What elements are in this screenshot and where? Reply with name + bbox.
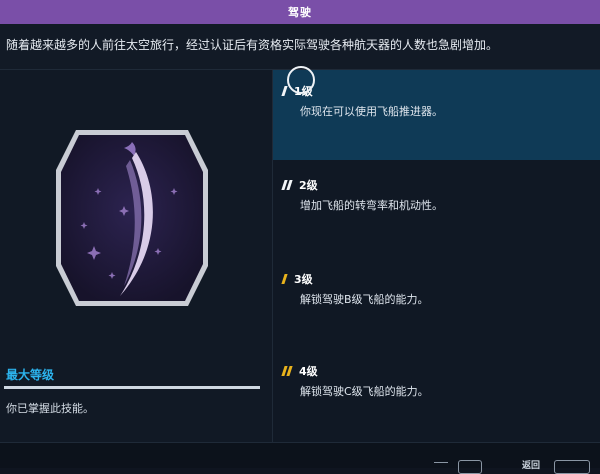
skill-level-3-row[interactable]: 3级 解锁驾驶B级飞船的能力。 (273, 258, 600, 348)
max-level-heading: 最大等级 (6, 368, 55, 382)
level-rank-icon (281, 86, 288, 96)
level-description: 解锁驾驶C级飞船的能力。 (300, 385, 429, 398)
footer-bar (0, 442, 600, 468)
level-description: 解锁驾驶B级飞船的能力。 (300, 293, 429, 306)
level-rank-icon (281, 366, 293, 376)
footer-divider (434, 462, 448, 463)
skill-level-1-row[interactable]: 1级 你现在可以使用飞船推进器。 (273, 70, 600, 160)
window-title: 驾驶 (288, 6, 312, 19)
back-key-button[interactable] (554, 460, 590, 474)
skill-level-4-row[interactable]: 4级 解锁驾驶C级飞船的能力。 (273, 350, 600, 440)
skill-description: 随着越来越多的人前往太空旅行，经过认证后有资格实际驾驶各种航天器的人数也急剧增加… (0, 24, 600, 70)
max-level-progress-bar (4, 386, 260, 389)
skill-overview-panel: 最大等级 你已掌握此技能。 (0, 70, 272, 442)
max-level-description: 你已掌握此技能。 (6, 402, 94, 415)
level-rank-icon (281, 180, 293, 190)
window-title-bar: 驾驶 (0, 0, 600, 24)
level-description: 增加飞船的转弯率和机动性。 (300, 199, 443, 212)
level-rank-icon (281, 274, 288, 284)
footer-key-button[interactable] (458, 460, 482, 474)
skill-level-2-row[interactable]: 2级 增加飞船的转弯率和机动性。 (273, 164, 600, 254)
skill-levels-list: 1级 你现在可以使用飞船推进器。 2级 增加飞船的转弯率和机动性。 3级 解锁驾… (272, 70, 600, 442)
piloting-skill-badge-icon (54, 126, 210, 310)
level-title: 4级 (299, 365, 318, 378)
level-title: 3级 (294, 273, 313, 286)
level-title: 2级 (299, 179, 318, 192)
back-label: 返回 (522, 461, 541, 471)
cursor-ring-icon (287, 66, 315, 94)
level-description: 你现在可以使用飞船推进器。 (300, 105, 443, 118)
